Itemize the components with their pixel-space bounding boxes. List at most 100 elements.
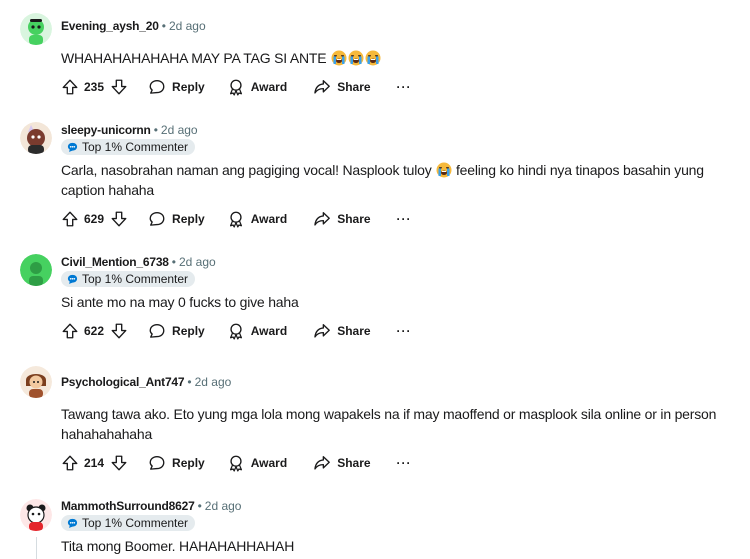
downvote-icon[interactable] <box>110 454 128 472</box>
comment-meta: Evening_aysh_20 • 2d ago <box>61 18 206 34</box>
vote-count: 235 <box>84 80 105 94</box>
vote-count: 629 <box>84 212 105 226</box>
share-label: Share <box>337 324 371 338</box>
more-options-button[interactable]: ··· <box>397 324 412 338</box>
user-avatar[interactable] <box>20 366 52 398</box>
downvote-icon[interactable] <box>110 322 128 340</box>
badge-label: Top 1% Commenter <box>82 272 189 286</box>
award-icon <box>227 78 245 96</box>
upvote-icon[interactable] <box>61 454 79 472</box>
top-commenter-badge: Top 1% Commenter <box>61 139 196 155</box>
vote-group: 622 <box>61 322 128 340</box>
award-label: Award <box>250 212 288 226</box>
reply-button[interactable]: Reply <box>148 78 205 96</box>
vote-count: 214 <box>84 456 105 470</box>
comment-meta: MammothSurround8627 • 2d ago <box>61 498 241 514</box>
share-icon <box>313 210 331 228</box>
award-button[interactable]: Award <box>227 210 287 228</box>
comment-body: WHAHAHAHAHAHA MAY PA TAG SI ANTE <box>61 48 731 68</box>
user-avatar[interactable] <box>20 254 52 286</box>
award-button[interactable]: Award <box>227 454 287 472</box>
reply-icon <box>148 210 166 228</box>
upvote-icon[interactable] <box>61 322 79 340</box>
downvote-icon[interactable] <box>110 210 128 228</box>
reply-icon <box>148 454 166 472</box>
award-label: Award <box>250 456 288 470</box>
separator-dot: • <box>187 375 192 389</box>
comment-actions: 235 Reply Award Share ··· <box>61 77 412 97</box>
comment-text: Carla, nasobrahan naman ang pagiging voc… <box>61 162 432 178</box>
vote-group: 629 <box>61 210 128 228</box>
timestamp[interactable]: 2d ago <box>169 19 206 33</box>
upvote-icon[interactable] <box>61 78 79 96</box>
comment-actions: 214 Reply Award Share ··· <box>61 453 412 473</box>
user-avatar[interactable] <box>20 122 52 154</box>
reply-icon <box>148 322 166 340</box>
award-button[interactable]: Award <box>227 322 287 340</box>
upvote-icon[interactable] <box>61 210 79 228</box>
share-label: Share <box>337 80 371 94</box>
reply-button[interactable]: Reply <box>148 322 205 340</box>
share-icon <box>313 322 331 340</box>
comment-body: Si ante mo na may 0 fucks to give haha <box>61 292 731 312</box>
reply-label: Reply <box>172 324 205 338</box>
comment-meta: sleepy-unicornn • 2d ago <box>61 122 198 138</box>
comment-text: Tita mong Boomer. HAHAHAHHAHAH <box>61 538 295 554</box>
separator-dot: • <box>171 255 176 269</box>
comment-meta: Civil_Mention_6738 • 2d ago <box>61 254 216 270</box>
award-label: Award <box>250 80 288 94</box>
award-button[interactable]: Award <box>227 78 287 96</box>
chat-bubble-badge-icon <box>67 518 78 529</box>
comment-meta: Psychological_Ant747 • 2d ago <box>61 374 231 390</box>
award-icon <box>227 210 245 228</box>
reply-label: Reply <box>172 80 205 94</box>
username[interactable]: Civil_Mention_6738 <box>61 255 169 269</box>
vote-group: 235 <box>61 78 128 96</box>
share-button[interactable]: Share <box>313 210 371 228</box>
comment-text: Tawang tawa ako. Eto yung mga lola mong … <box>61 406 717 442</box>
top-commenter-badge: Top 1% Commenter <box>61 515 196 531</box>
share-button[interactable]: Share <box>313 454 371 472</box>
more-options-button[interactable]: ··· <box>397 212 412 226</box>
badge-label: Top 1% Commenter <box>82 516 189 530</box>
award-icon <box>227 322 245 340</box>
comment-text: Si ante mo na may 0 fucks to give haha <box>61 294 299 310</box>
reply-label: Reply <box>172 212 205 226</box>
share-icon <box>313 78 331 96</box>
crying-face-emoji <box>436 162 452 178</box>
timestamp[interactable]: 2d ago <box>161 123 198 137</box>
reply-button[interactable]: Reply <box>148 210 205 228</box>
reply-label: Reply <box>172 456 205 470</box>
award-icon <box>227 454 245 472</box>
reply-icon <box>148 78 166 96</box>
separator-dot: • <box>153 123 158 137</box>
timestamp[interactable]: 2d ago <box>205 499 242 513</box>
share-button[interactable]: Share <box>313 322 371 340</box>
comment-actions: 629 Reply Award Share ··· <box>61 209 412 229</box>
reply-button[interactable]: Reply <box>148 454 205 472</box>
more-options-button[interactable]: ··· <box>397 456 412 470</box>
username[interactable]: sleepy-unicornn <box>61 123 151 137</box>
username[interactable]: Evening_aysh_20 <box>61 19 159 33</box>
comment-text: WHAHAHAHAHAHA MAY PA TAG SI ANTE <box>61 50 327 66</box>
more-options-button[interactable]: ··· <box>397 80 412 94</box>
user-avatar[interactable] <box>20 499 52 531</box>
downvote-icon[interactable] <box>110 78 128 96</box>
share-button[interactable]: Share <box>313 78 371 96</box>
badge-label: Top 1% Commenter <box>82 140 189 154</box>
username[interactable]: MammothSurround8627 <box>61 499 195 513</box>
username[interactable]: Psychological_Ant747 <box>61 375 185 389</box>
crying-face-emoji <box>331 50 347 66</box>
crying-face-emoji <box>348 50 364 66</box>
share-label: Share <box>337 212 371 226</box>
timestamp[interactable]: 2d ago <box>195 375 232 389</box>
vote-group: 214 <box>61 454 128 472</box>
timestamp[interactable]: 2d ago <box>179 255 216 269</box>
award-label: Award <box>250 324 288 338</box>
vote-count: 622 <box>84 324 105 338</box>
user-avatar[interactable] <box>20 13 52 45</box>
chat-bubble-badge-icon <box>67 142 78 153</box>
thread-line[interactable] <box>36 537 37 559</box>
comment-body: Tawang tawa ako. Eto yung mga lola mong … <box>61 404 731 444</box>
crying-face-emoji <box>365 50 381 66</box>
